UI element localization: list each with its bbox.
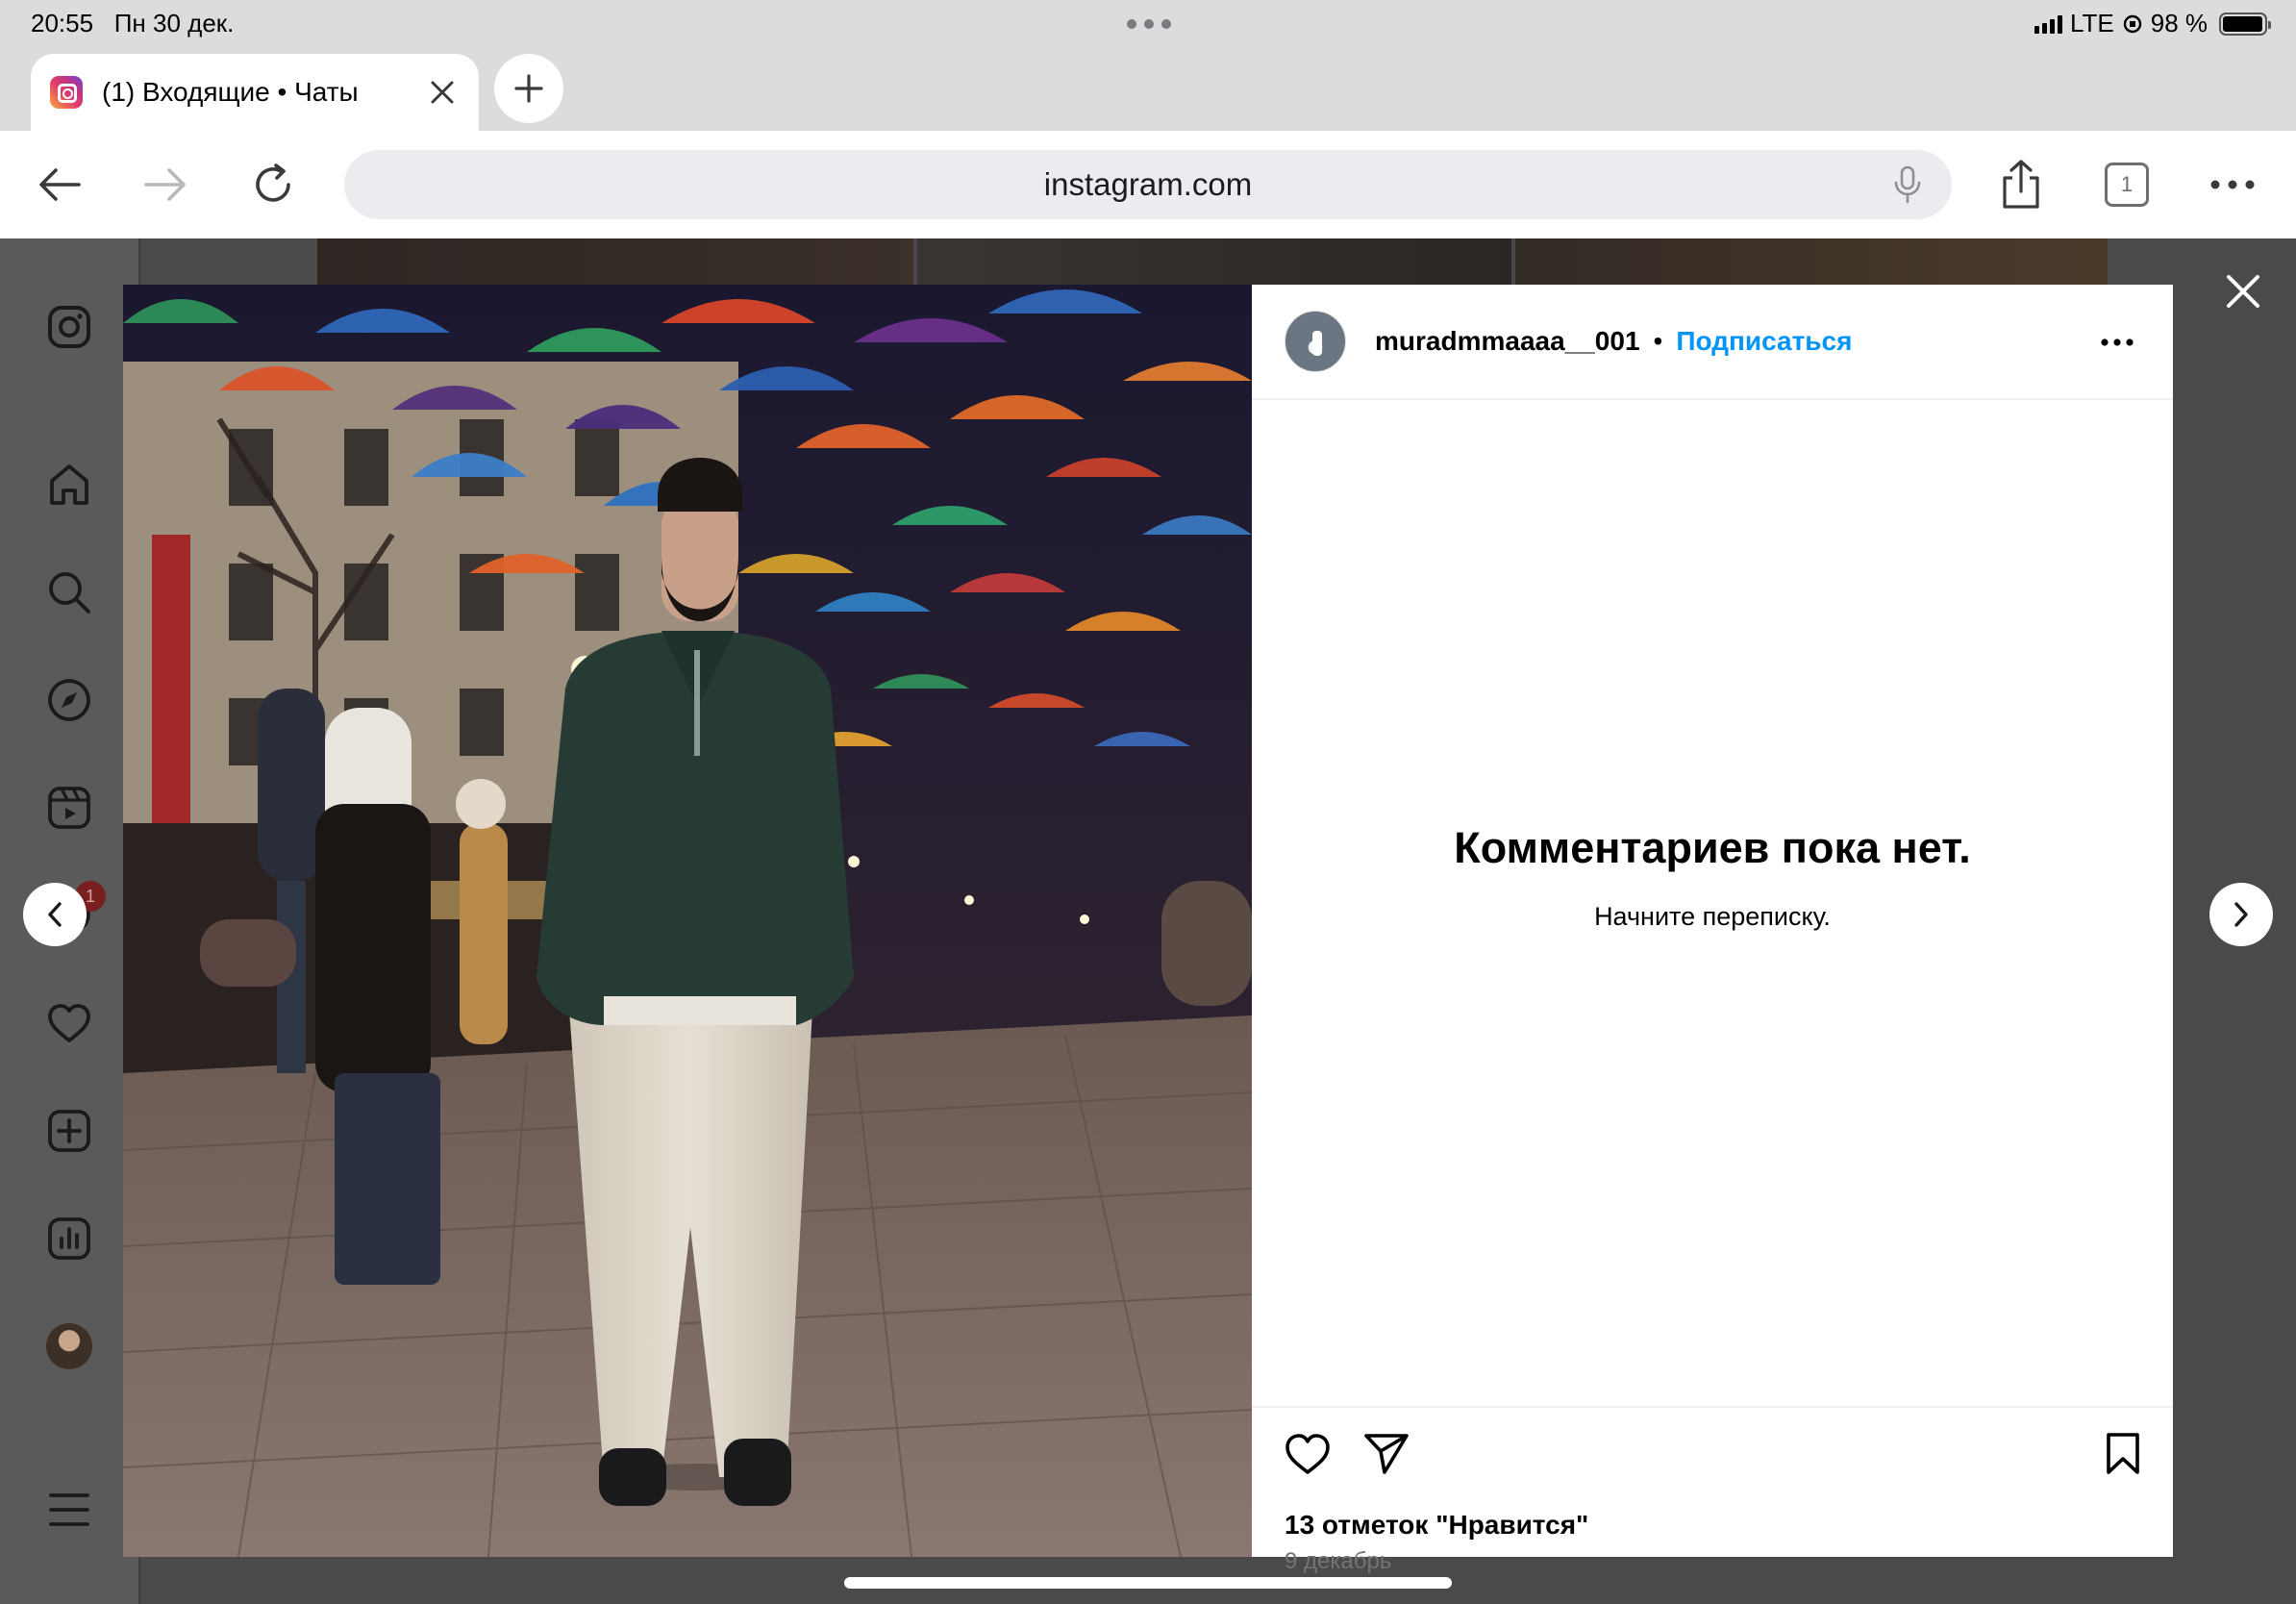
sidebar-item-notifications[interactable] <box>42 996 96 1050</box>
next-post-button[interactable] <box>2209 883 2273 946</box>
like-button[interactable] <box>1283 1429 1333 1479</box>
share-button[interactable] <box>1994 158 2048 212</box>
post-image <box>123 285 1252 1557</box>
sidebar-item-instagram[interactable] <box>42 300 96 354</box>
back-button[interactable] <box>33 158 87 212</box>
tabs-overview-button[interactable]: 1 <box>2100 158 2154 212</box>
post-details-panel: muradmmaaaa__001 • Подписаться Комментар… <box>1252 285 2173 1574</box>
status-bar: 20:55 Пн 30 дек. LTE 98 % <box>0 0 2296 46</box>
author-username[interactable]: muradmmaaaa__001 <box>1375 326 1640 357</box>
reload-button[interactable] <box>246 158 300 212</box>
sidebar-item-dashboard[interactable] <box>42 1212 96 1266</box>
chevron-right-icon <box>2234 902 2248 927</box>
search-icon <box>49 572 90 614</box>
battery-percent: 98 % <box>2150 9 2208 38</box>
previous-post-button[interactable] <box>23 883 87 946</box>
home-indicator[interactable] <box>844 1577 1452 1589</box>
forward-button[interactable] <box>138 158 192 212</box>
network-label: LTE <box>2069 9 2114 38</box>
more-dots-icon <box>2101 338 2134 346</box>
post-header: muradmmaaaa__001 • Подписаться <box>1252 285 2173 400</box>
sidebar-item-reels[interactable] <box>42 781 96 835</box>
follow-button[interactable]: Подписаться <box>1676 326 1852 357</box>
status-indicators: LTE 98 % <box>2034 9 2271 38</box>
sidebar-item-home[interactable] <box>42 458 96 512</box>
plus-icon <box>514 74 543 103</box>
share-post-button[interactable] <box>1361 1429 1411 1479</box>
post-photo[interactable] <box>123 285 1252 1557</box>
post-options-button[interactable] <box>2096 321 2138 363</box>
post-actions-footer: 13 отметок "Нравится" 9 декабрь <box>1252 1406 2173 1574</box>
author-avatar[interactable] <box>1285 311 1346 372</box>
browser-tab[interactable]: (1) Входящие • Чаты <box>31 54 479 131</box>
back-arrow-icon <box>39 168 81 201</box>
url-text: instagram.com <box>1043 166 1253 202</box>
compass-icon <box>48 679 90 721</box>
empty-comments-subtitle: Начните переписку. <box>1594 902 1831 931</box>
modal-close-button[interactable] <box>2221 269 2265 313</box>
instagram-logo-icon <box>48 306 90 348</box>
browser-toolbar: instagram.com 1 <box>0 131 2296 238</box>
reload-icon <box>256 163 290 202</box>
sidebar-item-profile-avatar[interactable] <box>46 1323 92 1369</box>
hamburger-menu-icon <box>49 1493 89 1526</box>
battery-icon <box>2219 12 2271 36</box>
status-time-date: 20:55 Пн 30 дек. <box>31 9 235 38</box>
orientation-lock-icon <box>2123 14 2141 33</box>
share-icon <box>2003 160 2039 209</box>
signal-icon <box>2034 14 2062 34</box>
instagram-page: 1 muradmmaaaa__001 • Подписаться Коммент… <box>0 238 2296 1604</box>
header-separator: • <box>1653 326 1663 356</box>
new-tab-button[interactable] <box>494 54 563 123</box>
dashboard-icon <box>48 1217 90 1260</box>
sidebar-item-explore[interactable] <box>42 673 96 727</box>
bookmark-icon <box>2107 1433 2139 1474</box>
tab-title: (1) Входящие • Чаты <box>102 77 359 107</box>
sidebar-item-menu[interactable] <box>42 1483 96 1537</box>
tab-close-button[interactable] <box>425 75 460 110</box>
background-post-thumbnail <box>917 238 1511 285</box>
tab-count: 1 <box>2105 163 2149 207</box>
home-icon <box>50 464 88 505</box>
voice-search-button[interactable] <box>1888 165 1927 204</box>
microphone-icon <box>1894 165 1921 204</box>
save-post-button[interactable] <box>2098 1429 2148 1479</box>
address-bar[interactable]: instagram.com <box>344 150 1952 219</box>
sidebar-item-search[interactable] <box>42 565 96 619</box>
chevron-left-icon <box>48 902 62 927</box>
multitasking-dots[interactable] <box>1127 19 1171 29</box>
close-icon <box>431 81 454 104</box>
reels-icon <box>48 787 90 829</box>
empty-comments-title: Комментариев пока нет. <box>1454 823 1971 872</box>
likes-count[interactable]: 13 отметок "Нравится" <box>1285 1510 1588 1541</box>
browser-menu-button[interactable] <box>2206 158 2259 212</box>
background-post-thumbnail <box>317 238 913 285</box>
paper-plane-icon <box>1364 1434 1409 1474</box>
background-post-thumbnail <box>1515 238 2108 285</box>
post-date: 9 декабрь <box>1285 1548 1392 1574</box>
instagram-favicon-icon <box>50 76 83 109</box>
comments-empty-state: Комментариев пока нет. Начните переписку… <box>1252 823 2173 932</box>
heart-icon <box>1285 1434 1330 1474</box>
heart-icon <box>48 1004 90 1042</box>
sidebar-item-create[interactable] <box>42 1104 96 1158</box>
plus-square-icon <box>48 1110 90 1152</box>
forward-arrow-icon <box>144 168 186 201</box>
close-icon <box>2227 275 2259 308</box>
more-dots-icon <box>2210 180 2255 189</box>
